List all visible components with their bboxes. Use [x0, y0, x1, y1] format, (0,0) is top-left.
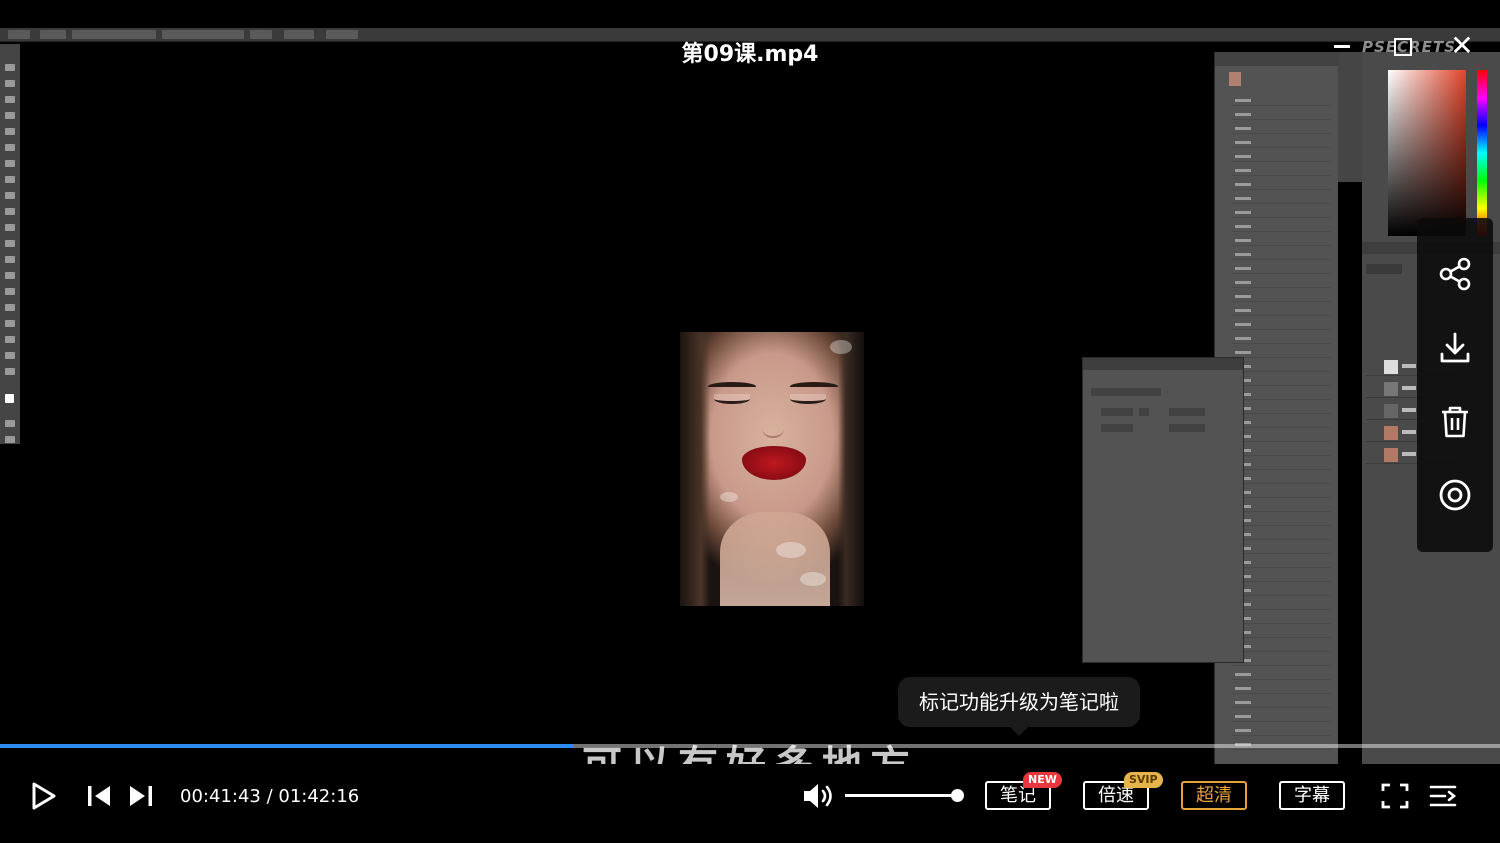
ps-hue-slider [1477, 70, 1487, 236]
next-button[interactable] [126, 784, 154, 808]
notes-upgrade-tooltip: 标记功能升级为笔记啦 [898, 677, 1140, 736]
time-display: 00:41:43 / 01:42:16 [180, 786, 359, 807]
progress-bar[interactable] [0, 744, 1500, 748]
time-separator: / [266, 786, 273, 807]
ps-color-picker [1388, 70, 1466, 236]
volume-slider[interactable] [845, 789, 964, 802]
svip-badge: SVIP [1124, 772, 1163, 788]
volume-knob[interactable] [951, 789, 964, 802]
captions-button[interactable]: 字幕 [1279, 781, 1345, 810]
ps-toolbar [0, 44, 20, 444]
volume-icon[interactable] [802, 782, 836, 810]
new-badge: NEW [1023, 772, 1062, 788]
minimize-button[interactable] [1332, 32, 1352, 56]
portrait-photo [680, 332, 864, 606]
playlist-icon[interactable] [1428, 782, 1458, 810]
maximize-button[interactable] [1392, 36, 1412, 56]
download-icon[interactable] [1435, 328, 1475, 368]
current-time: 00:41:43 [180, 786, 261, 807]
ps-canvas [20, 44, 1212, 764]
share-icon[interactable] [1435, 254, 1475, 294]
progress-played [0, 744, 573, 748]
trash-icon[interactable] [1435, 402, 1475, 442]
close-button[interactable]: ✕ [1450, 32, 1474, 60]
ps-properties-panel [1082, 357, 1244, 663]
record-icon[interactable] [1435, 475, 1475, 515]
quality-button[interactable]: 超清 [1181, 781, 1247, 810]
fullscreen-icon[interactable] [1380, 782, 1410, 810]
ps-panel-icons [1338, 52, 1362, 182]
video-title: 第09课.mp4 [681, 42, 819, 67]
total-time: 01:42:16 [278, 786, 360, 807]
previous-button[interactable] [86, 784, 114, 808]
play-button[interactable] [30, 782, 56, 810]
side-action-panel [1417, 218, 1493, 552]
volume-level [845, 794, 957, 797]
control-bar: 00:41:43 / 01:42:16 笔记 NEW 倍速 SVIP 超清 字幕 [0, 764, 1500, 843]
